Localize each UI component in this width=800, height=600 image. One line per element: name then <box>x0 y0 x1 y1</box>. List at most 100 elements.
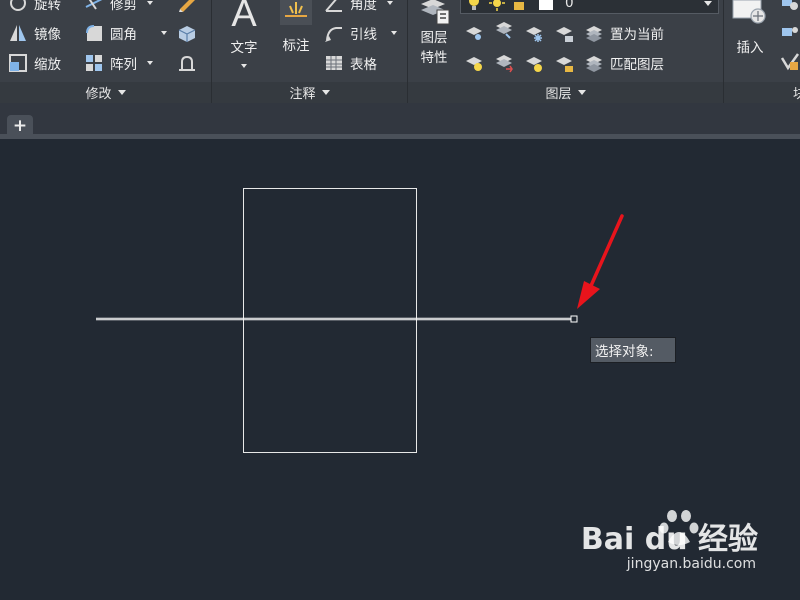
scale-icon <box>9 54 27 72</box>
angle-icon <box>325 0 342 12</box>
current-layer-name: 0 <box>565 0 574 11</box>
edit-block-icon[interactable] <box>780 22 800 42</box>
text-label: 文字 <box>230 40 258 56</box>
annotation-panel-title[interactable]: 注释 <box>212 82 407 103</box>
layer-lock-icon[interactable] <box>554 23 574 43</box>
set-current-icon <box>586 26 602 42</box>
array-button[interactable]: 阵列 <box>84 52 153 74</box>
erase-button[interactable] <box>176 0 198 14</box>
layer-unlock-icon[interactable] <box>554 53 574 73</box>
stretch-icon <box>179 55 195 71</box>
3d-box-icon <box>178 26 196 42</box>
array-dropdown-icon[interactable] <box>147 61 153 65</box>
set-current-label: 置为当前 <box>610 27 664 43</box>
layer-freeze-icon[interactable] <box>524 23 544 43</box>
rotate-label: 旋转 <box>34 0 61 13</box>
layer-properties-label-1: 图层 <box>420 30 448 46</box>
text-button[interactable]: A 文字 <box>226 0 262 68</box>
table-icon <box>326 56 342 70</box>
layer-properties-icon <box>421 0 450 25</box>
fillet-dropdown-icon[interactable] <box>161 31 167 35</box>
layers-panel-title-text: 图层 <box>545 87 572 102</box>
match-layer-icon <box>586 56 602 72</box>
layer-off-icon[interactable] <box>464 23 484 43</box>
pencil-icon <box>179 0 195 12</box>
leader-label: 引线 <box>350 27 377 43</box>
layers-panel-title[interactable]: 图层 <box>408 82 723 103</box>
insert-block-icon <box>732 0 766 24</box>
modify-panel-title-text: 修改 <box>85 87 112 102</box>
table-button[interactable]: 表格 <box>324 52 377 74</box>
match-layer-button[interactable]: 匹配图层 <box>584 52 664 74</box>
scale-button[interactable]: 缩放 <box>8 52 61 74</box>
layer-on-icon[interactable] <box>464 53 484 73</box>
leader-button[interactable]: 引线 <box>324 22 397 44</box>
trim-dropdown-icon[interactable] <box>147 1 153 5</box>
array-icon <box>86 55 102 71</box>
fillet-icon <box>86 25 102 41</box>
sun-icon <box>489 0 505 11</box>
plus-icon: + <box>12 116 28 136</box>
command-tooltip: 选择对象: <box>590 337 676 363</box>
trim-button[interactable]: 修剪 <box>84 0 153 14</box>
fillet-button[interactable]: 圆角 <box>84 22 167 44</box>
leader-icon <box>325 27 342 42</box>
chevron-down-icon <box>117 90 126 95</box>
red-arrow-icon <box>577 214 624 309</box>
mirror-button[interactable]: 镜像 <box>8 22 61 44</box>
scale-label: 缩放 <box>34 57 61 73</box>
dimension-label: 标注 <box>282 38 310 54</box>
angle-dropdown-icon[interactable] <box>387 1 393 5</box>
rotate-button[interactable]: 旋转 <box>8 0 61 14</box>
block-attribute-icon[interactable] <box>780 52 800 72</box>
angle-label: 角度 <box>350 0 377 13</box>
stretch-button[interactable] <box>176 52 198 74</box>
layer-walk-icon[interactable] <box>494 53 514 73</box>
insert-button[interactable]: 插入 <box>728 0 772 56</box>
trim-icon <box>85 0 103 10</box>
dimension-button[interactable]: 标注 <box>274 0 318 54</box>
create-block-icon[interactable] <box>780 0 800 14</box>
chevron-down-icon <box>577 90 586 95</box>
layer-properties-button[interactable]: 图层 特性 <box>414 0 454 66</box>
insert-label: 插入 <box>736 40 764 56</box>
baidu-jingyan-watermark: Bai du 经验 jingyan.baidu.com <box>581 506 758 582</box>
ribbon: 旋转 修剪 镜像 圆角 缩放 阵列 修改 A 文字 标注 角度 引线 表格 注释… <box>0 0 800 103</box>
watermark-url: jingyan.baidu.com <box>626 556 756 572</box>
unlock-icon <box>514 2 524 10</box>
mirror-label: 镜像 <box>34 27 61 43</box>
block-panel: 插入 块 <box>724 0 800 103</box>
layers-panel: 图层 特性 0 置为当前 匹配图层 图层 <box>408 0 723 103</box>
layer-color-swatch <box>539 0 553 10</box>
block-panel-title[interactable]: 块 <box>724 82 800 103</box>
layer-thaw-icon[interactable] <box>524 53 544 73</box>
chevron-down-icon <box>321 90 330 95</box>
chevron-down-icon[interactable] <box>704 1 712 6</box>
array-label: 阵列 <box>110 57 137 73</box>
trim-label: 修剪 <box>110 0 137 13</box>
layer-properties-label-2: 特性 <box>420 50 448 66</box>
table-label: 表格 <box>350 57 377 73</box>
modify-panel: 旋转 修剪 镜像 圆角 缩放 阵列 修改 <box>0 0 211 103</box>
explode-button[interactable] <box>176 22 198 44</box>
text-a-icon: A <box>231 0 257 35</box>
text-dropdown-icon[interactable] <box>241 64 247 68</box>
endpoint-grip[interactable] <box>570 315 578 323</box>
layer-isolate-icon[interactable] <box>494 20 514 40</box>
layer-dropdown[interactable]: 0 <box>460 0 719 14</box>
match-layer-label: 匹配图层 <box>610 57 664 73</box>
file-tab-bar: + <box>0 103 800 137</box>
rotate-icon <box>10 0 26 11</box>
dimension-icon <box>280 0 312 25</box>
block-panel-title-text: 块 <box>792 87 800 102</box>
angle-button[interactable]: 角度 <box>324 0 393 14</box>
watermark-brand: Bai du 经验 <box>580 522 758 557</box>
lightbulb-icon <box>469 0 479 10</box>
annotation-panel: A 文字 标注 角度 引线 表格 注释 <box>212 0 407 103</box>
modify-panel-title[interactable]: 修改 <box>0 82 211 103</box>
annotation-panel-title-text: 注释 <box>289 87 316 102</box>
leader-dropdown-icon[interactable] <box>391 31 397 35</box>
fillet-label: 圆角 <box>110 27 137 43</box>
mirror-icon <box>10 25 26 41</box>
set-current-button[interactable]: 置为当前 <box>584 22 664 44</box>
